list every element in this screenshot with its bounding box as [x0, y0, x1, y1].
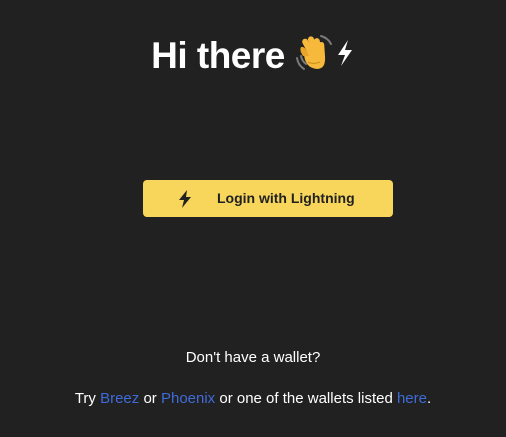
lightning-bolt-icon [337, 40, 352, 66]
lightning-bolt-icon [179, 190, 191, 208]
here-link[interactable]: here [397, 390, 427, 407]
breez-link[interactable]: Breez [100, 390, 139, 407]
wallet-suggestions: Try Breez or Phoenix or one of the walle… [0, 389, 506, 409]
login-page: Hi there Login with Lightning Don't have… [0, 0, 506, 437]
period-text: . [427, 390, 432, 407]
wallets-listed-text: or one of the wallets listed [219, 390, 393, 407]
phoenix-link[interactable]: Phoenix [161, 390, 215, 407]
login-button-label: Login with Lightning [217, 190, 355, 206]
login-with-lightning-button[interactable]: Login with Lightning [143, 180, 393, 217]
or-text: or [143, 390, 157, 407]
no-wallet-text: Don't have a wallet? [185, 349, 321, 366]
heading-icons [293, 32, 355, 74]
page-title: Hi there [0, 32, 506, 78]
page-title-text: Hi there [151, 35, 285, 76]
try-prefix: Try [74, 390, 96, 407]
waving-hand-icon [295, 35, 332, 70]
